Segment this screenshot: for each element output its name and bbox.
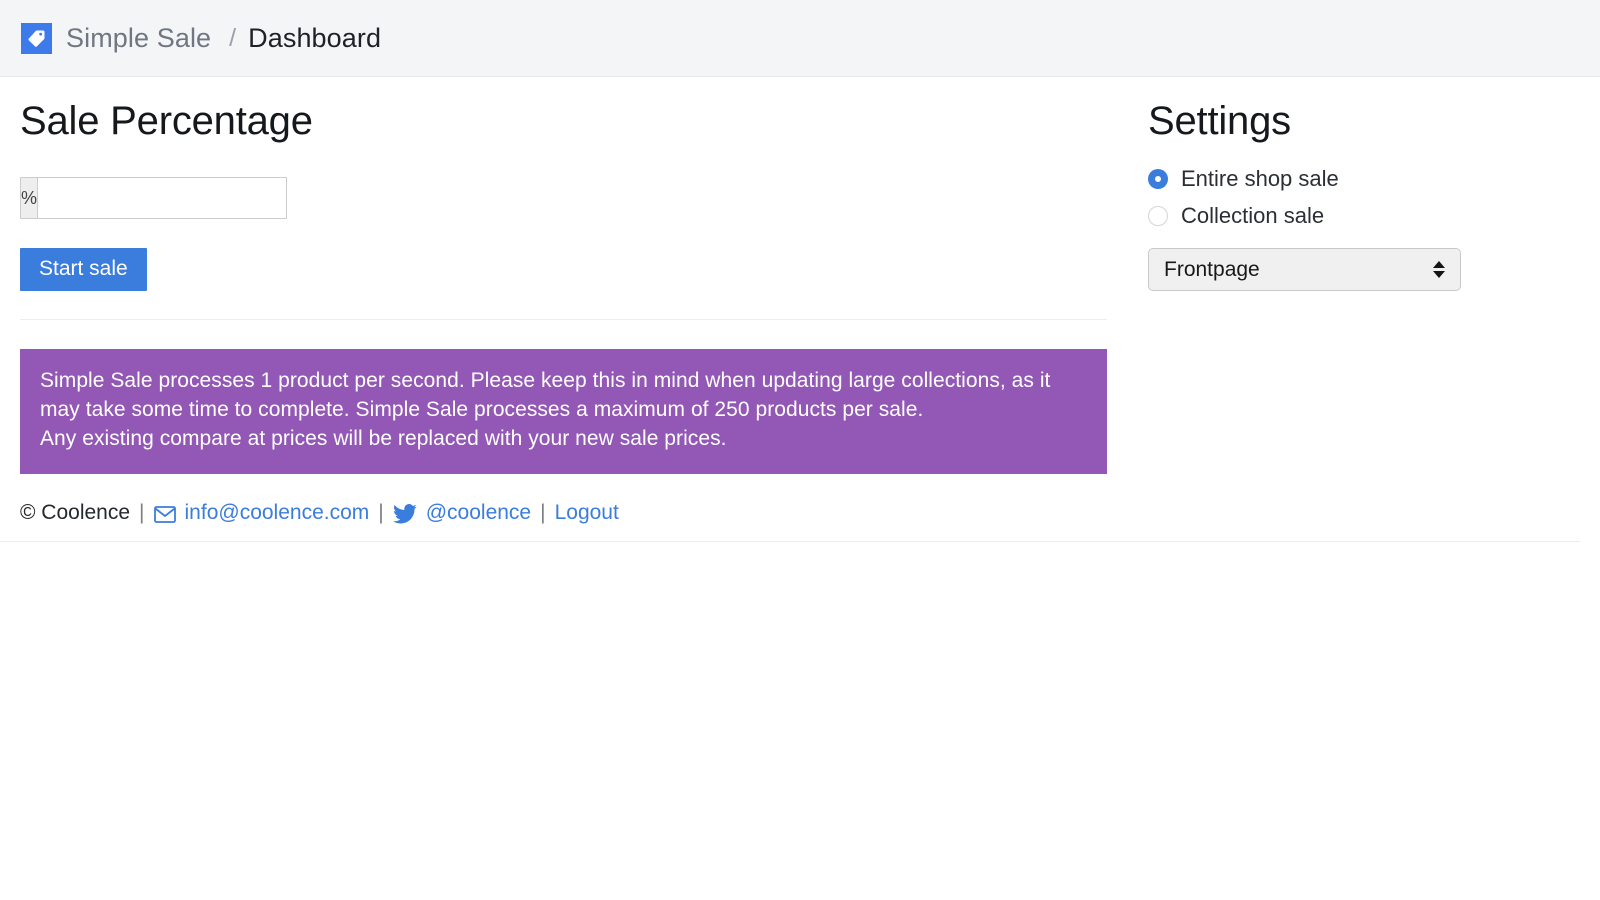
breadcrumb: Simple Sale / Dashboard: [21, 23, 381, 54]
page-title: Sale Percentage: [20, 98, 1107, 145]
footer-divider: [0, 541, 1580, 542]
arrow-down-icon: [1433, 271, 1445, 278]
breadcrumb-separator: /: [229, 24, 236, 53]
collection-select-value: Frontpage: [1164, 258, 1433, 282]
settings-panel: Settings Entire shop sale Collection sal…: [1107, 77, 1580, 291]
percent-symbol-addon: %: [20, 177, 37, 219]
alert-line-1: Simple Sale processes 1 product per seco…: [40, 367, 1087, 425]
radio-entire-shop-sale[interactable]: Entire shop sale: [1148, 166, 1580, 192]
copyright-text: © Coolence: [20, 501, 130, 525]
twitter-link[interactable]: @coolence: [426, 501, 531, 525]
section-divider: [20, 319, 1107, 320]
top-header-bar: Simple Sale / Dashboard: [0, 0, 1600, 77]
brand-name[interactable]: Simple Sale: [66, 23, 211, 54]
page-content: Sale Percentage % Start sale Simple Sale…: [0, 77, 1600, 525]
email-link-item[interactable]: info@coolence.com: [154, 501, 370, 525]
updown-arrows-icon[interactable]: [1433, 261, 1445, 278]
radio-collection-sale-label: Collection sale: [1181, 203, 1324, 229]
info-alert: Simple Sale processes 1 product per seco…: [20, 349, 1107, 474]
arrow-up-icon: [1433, 261, 1445, 268]
footer-separator-3: |: [540, 501, 545, 525]
sale-percentage-panel: Sale Percentage % Start sale Simple Sale…: [20, 77, 1107, 474]
twitter-link-item[interactable]: @coolence: [393, 501, 531, 525]
percent-input-group: %: [20, 177, 157, 219]
start-sale-button[interactable]: Start sale: [20, 248, 147, 291]
footer-separator-2: |: [378, 501, 383, 525]
envelope-icon: [154, 506, 176, 523]
breadcrumb-current-page: Dashboard: [248, 23, 381, 54]
twitter-bird-icon: [393, 504, 417, 524]
footer-separator-1: |: [139, 501, 144, 525]
email-link[interactable]: info@coolence.com: [185, 501, 370, 525]
radio-collection-sale[interactable]: Collection sale: [1148, 203, 1580, 229]
settings-title: Settings: [1148, 98, 1580, 145]
radio-unselected-icon[interactable]: [1148, 206, 1168, 226]
logout-link[interactable]: Logout: [555, 501, 619, 525]
alert-line-2: Any existing compare at prices will be r…: [40, 425, 1087, 454]
page-footer: © Coolence | info@coolence.com | @coolen…: [20, 474, 1580, 525]
sale-percentage-input[interactable]: [37, 177, 287, 219]
price-tag-icon[interactable]: [21, 23, 52, 54]
radio-entire-shop-sale-label: Entire shop sale: [1181, 166, 1339, 192]
radio-selected-icon[interactable]: [1148, 169, 1168, 189]
content-row: Sale Percentage % Start sale Simple Sale…: [20, 77, 1580, 474]
collection-select[interactable]: Frontpage: [1148, 248, 1461, 291]
